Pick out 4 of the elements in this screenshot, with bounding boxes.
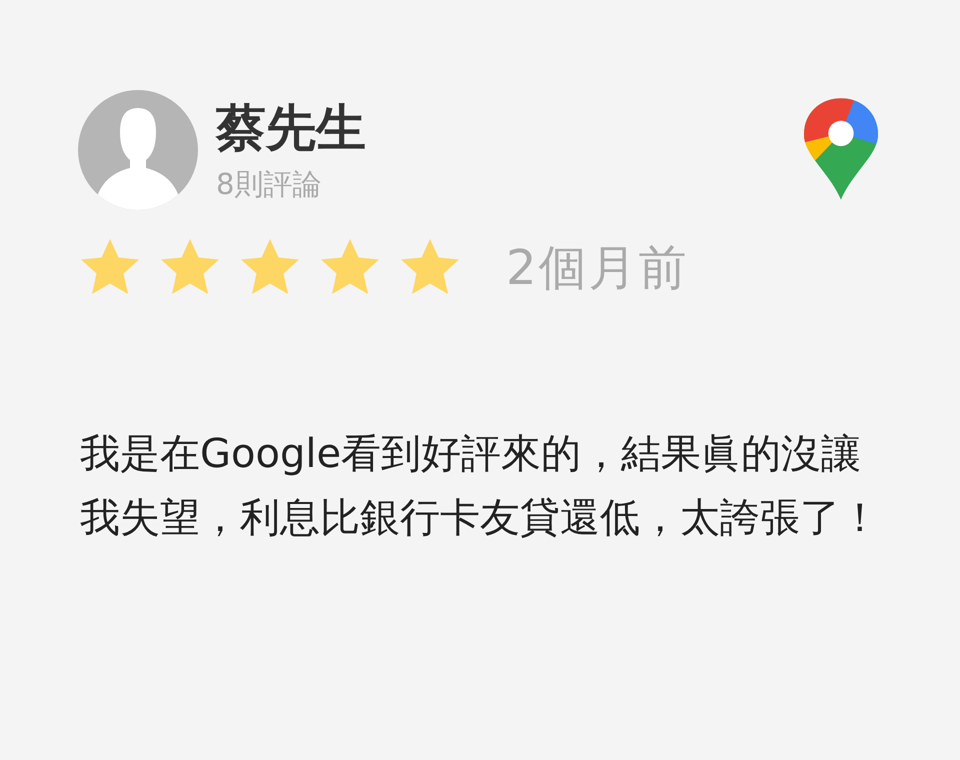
review-time: 2個月前 (506, 239, 689, 298)
review-text: 我是在Google看到好評來的，結果眞的沒讓我失望，利息比銀行卡友貸還低，太誇張了！ (80, 430, 881, 543)
review-count: 8則評論 (216, 166, 322, 203)
reviewer-name: 蔡先生 (216, 98, 366, 159)
